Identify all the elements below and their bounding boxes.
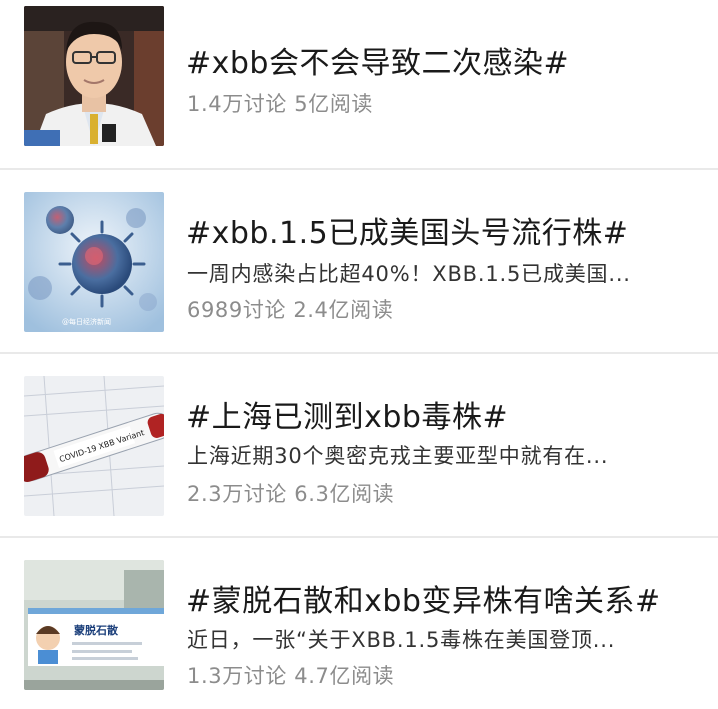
virus-thumbnail[interactable]: @每日经济新闻 — [24, 192, 164, 332]
watermark-text: @每日经济新闻 — [62, 317, 111, 326]
topic-feed: #xbb会不会导致二次感染# 1.4万讨论 5亿阅读 @每日经济新闻 #xbb.… — [0, 0, 718, 709]
topic-title[interactable]: #蒙脱石散和xbb变异株有啥关系# — [186, 576, 661, 620]
topic-summary: 近日，一张“关于XBB.1.5毒株在美国登顶... — [187, 628, 616, 652]
doctor-portrait-icon — [24, 6, 164, 146]
topic-row-montmorillonite-xbb[interactable]: 蒙脱石散 #蒙脱石散和xbb变异株有啥关系# 近日，一张“关于XBB.1.5毒株… — [0, 538, 718, 709]
topic-stats: 1.4万讨论 5亿阅读 — [187, 92, 374, 116]
medicine-box-icon: 蒙脱石散 — [24, 560, 164, 690]
test-tube-thumbnail[interactable]: COVID-19 XBB Variant — [24, 376, 164, 516]
topic-stats: 1.3万讨论 4.7亿阅读 — [187, 664, 395, 688]
topic-title[interactable]: #xbb.1.5已成美国头号流行株# — [186, 208, 628, 252]
topic-row-xbb-reinfection[interactable]: #xbb会不会导致二次感染# 1.4万讨论 5亿阅读 — [0, 0, 718, 170]
topic-stats: 6989讨论 2.4亿阅读 — [187, 298, 394, 322]
topic-summary: 上海近期30个奥密克戎主要亚型中就有在... — [187, 444, 609, 468]
topic-row-xbb15-us-dominant[interactable]: @每日经济新闻 #xbb.1.5已成美国头号流行株# 一周内感染占比超40%！X… — [0, 170, 718, 354]
virus-illustration-icon: @每日经济新闻 — [24, 192, 164, 332]
topic-row-shanghai-xbb[interactable]: COVID-19 XBB Variant #上海已测到xbb毒株# 上海近期30… — [0, 354, 718, 538]
topic-title[interactable]: #上海已测到xbb毒株# — [186, 392, 508, 436]
topic-stats: 2.3万讨论 6.3亿阅读 — [187, 482, 395, 506]
doctor-portrait-thumbnail[interactable] — [24, 6, 164, 146]
medicine-box-thumbnail[interactable]: 蒙脱石散 — [24, 560, 164, 690]
box-label-text: 蒙脱石散 — [74, 623, 119, 637]
test-tube-icon: COVID-19 XBB Variant — [24, 376, 164, 516]
topic-summary: 一周内感染占比超40%！XBB.1.5已成美国... — [187, 262, 631, 286]
topic-title[interactable]: #xbb会不会导致二次感染# — [186, 38, 569, 82]
